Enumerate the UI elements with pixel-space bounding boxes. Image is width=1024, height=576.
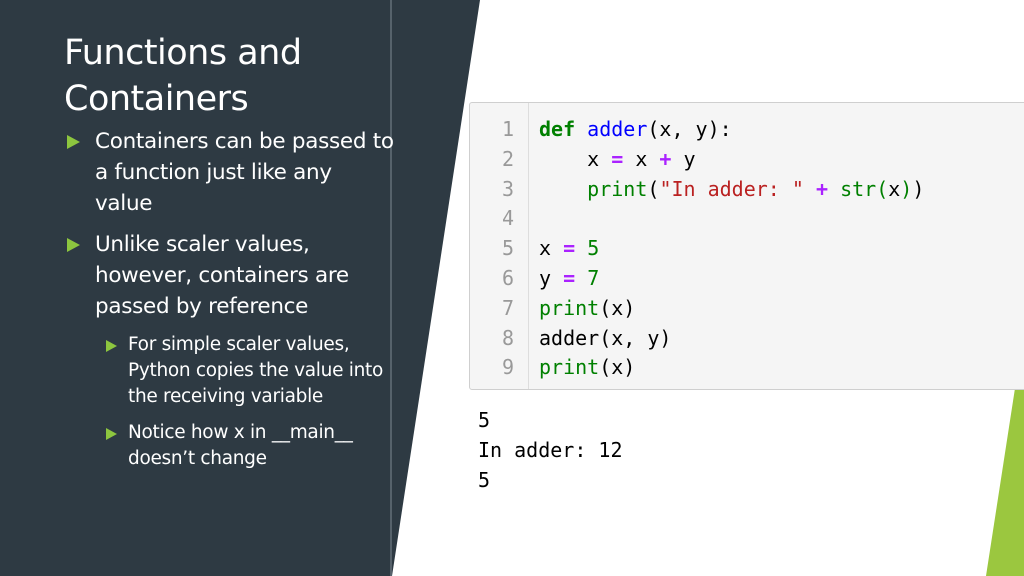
code-token: adder(x, y) [539, 325, 672, 350]
line-number: 8 [501, 325, 514, 350]
output-line: In adder: 12 [478, 438, 623, 462]
line-number: 5 [501, 236, 514, 261]
code-token: 5 [587, 236, 600, 261]
bullet-item: Unlike scaler values, however, container… [64, 229, 394, 322]
code-token: x [539, 236, 564, 261]
title-line-1: Functions and [64, 33, 302, 73]
code-token: print [539, 295, 600, 320]
bullet-triangle-icon [106, 340, 117, 352]
bullet-text: Containers can be passed to a function j… [95, 129, 394, 216]
line-number: 2 [501, 146, 514, 171]
code-text: x = x + y [539, 145, 696, 175]
code-cell: 1 def adder(x, y): 2 x = x + y3 print("In … [469, 102, 1024, 390]
code-token: print [539, 355, 600, 380]
sub-bullet-text: For simple scaler values, Python copies … [128, 334, 383, 407]
code-token: y [539, 265, 564, 290]
bullet-triangle-icon [67, 238, 80, 252]
code-line: 1 def adder(x, y): [470, 115, 1024, 145]
code-line: 4 [470, 204, 1024, 234]
code-text: print(x) [539, 294, 635, 324]
code-token: ( [647, 176, 660, 201]
slide-title: Functions and Containers [64, 30, 394, 122]
output-line: 5 [478, 468, 491, 492]
code-text: y = 7 [539, 264, 599, 294]
code-text: print(x) [539, 353, 635, 383]
sub-bullet-item: Notice how x in __main__ doesn’t change [64, 420, 394, 472]
code-text: def adder(x, y): [539, 115, 732, 145]
code-text: print("In adder: " + str(x)) [539, 175, 924, 205]
sub-bullet-item: For simple scaler values, Python copies … [64, 332, 394, 410]
code-token: + [659, 146, 672, 171]
code-token: def [539, 117, 576, 141]
code-token: x [888, 176, 901, 201]
code-token: adder [587, 117, 648, 141]
line-number: 4 [501, 206, 514, 231]
code-line: 3 print("In adder: " + str(x)) [470, 175, 1024, 205]
code-text: adder(x, y) [539, 324, 671, 354]
line-number: 3 [501, 176, 514, 201]
code-token: ) [900, 176, 913, 201]
code-token: "In adder: " [659, 176, 804, 201]
code-token: (x) [599, 355, 636, 380]
code-token: (x) [599, 295, 636, 320]
code-token: = [563, 265, 576, 290]
code-line: 5x = 5 [470, 234, 1024, 264]
code-token: str [840, 176, 877, 201]
code-lines: 1 def adder(x, y): 2 x = x + y3 print("In … [470, 115, 1024, 383]
code-line: 9 print(x) [470, 353, 1024, 383]
code-token: ) [912, 176, 925, 201]
code-line: 2 x = x + y [470, 145, 1024, 175]
code-token: = [611, 146, 624, 171]
bullet-triangle-icon [67, 135, 80, 149]
line-number: 9 [501, 355, 514, 380]
code-token: x [623, 146, 660, 171]
code-token: 7 [587, 265, 600, 290]
program-output: 5 In adder: 12 5 [478, 405, 623, 495]
code-token: x [539, 146, 612, 171]
code-line: 6y = 7 [470, 264, 1024, 294]
code-token: ( [876, 176, 889, 201]
code-token: (x, y): [647, 117, 732, 141]
line-number: 7 [501, 295, 514, 320]
output-line: 5 [478, 408, 491, 432]
code-text: x = 5 [539, 234, 599, 264]
line-number: 6 [501, 265, 514, 290]
bullet-item: Containers can be passed to a function j… [64, 126, 394, 219]
code-token: print [587, 176, 648, 201]
code-line: 8 adder(x, y) [470, 324, 1024, 354]
line-number: 1 [501, 117, 514, 141]
code-token: + [815, 176, 829, 201]
code-line: 7 print(x) [470, 294, 1024, 324]
bullet-triangle-icon [106, 428, 117, 440]
slide-text-panel: Functions and Containers Containers can … [64, 30, 394, 482]
sub-bullet-text: Notice how x in __main__ doesn’t change [128, 422, 353, 469]
bullet-text: Unlike scaler values, however, container… [95, 232, 349, 319]
code-token: = [563, 236, 576, 261]
code-token: y [671, 146, 696, 171]
title-line-2: Containers [64, 79, 249, 119]
